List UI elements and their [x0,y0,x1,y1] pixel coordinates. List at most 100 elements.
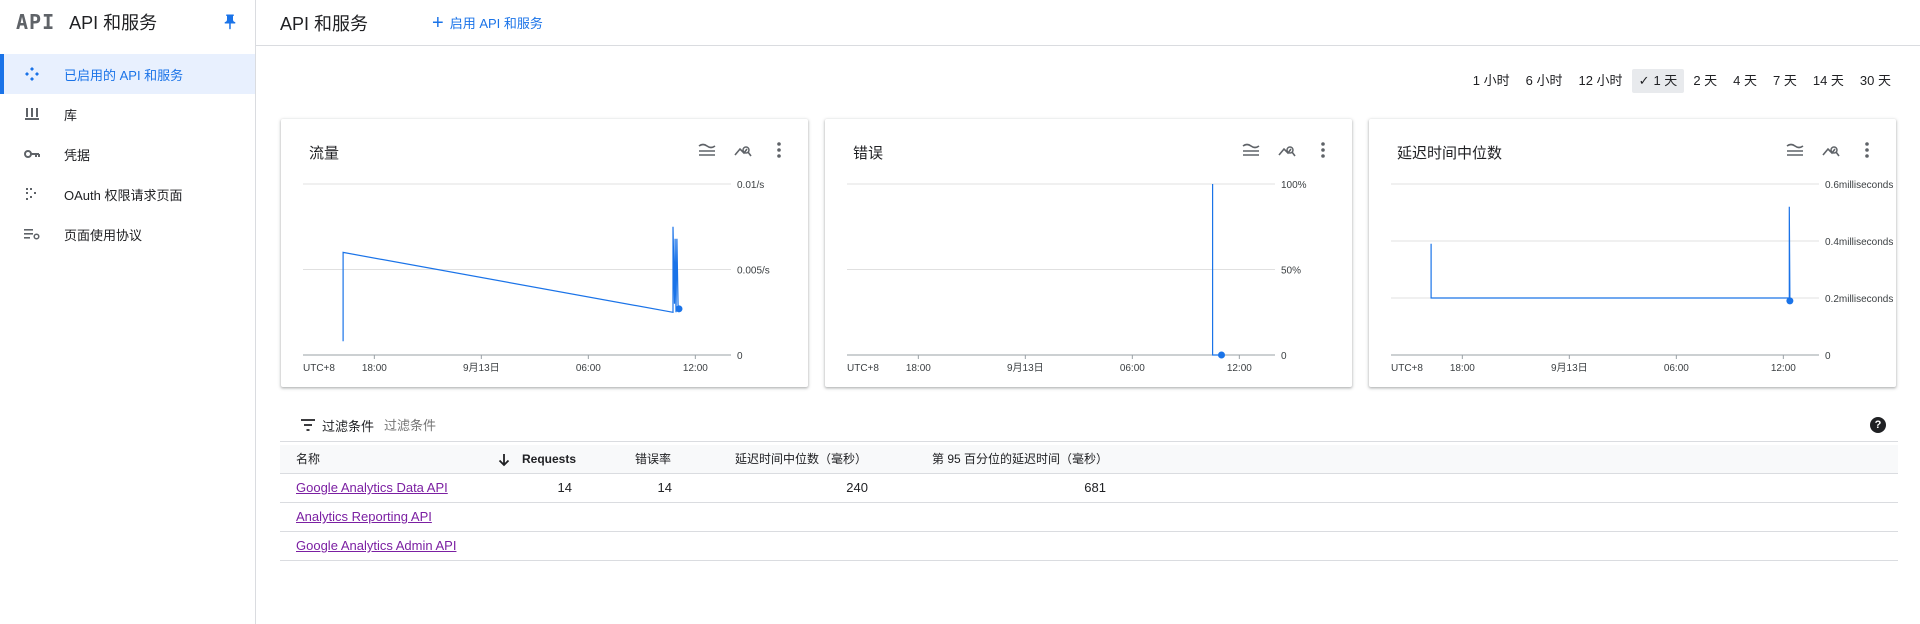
x-tick-label: 06:00 [1120,363,1145,374]
page-header: API 和服务 + 启用 API 和服务 [256,0,1920,46]
x-tick-label: UTC+8 [847,363,879,374]
sidebar-item-oauth[interactable]: OAuth 权限请求页面 [0,174,255,214]
filter-bar: 过滤条件 ? [280,409,1898,442]
time-range-7d[interactable]: 7 天 [1766,69,1804,93]
enable-apis-button[interactable]: + 启用 API 和服务 [432,13,543,33]
filter-input[interactable] [384,417,585,433]
sort-desc-icon[interactable] [498,445,510,473]
page-usage-icon [22,224,42,244]
latest-point-marker [1218,351,1225,359]
legend-icon[interactable] [696,139,718,161]
more-options-icon[interactable] [1856,139,1878,161]
api-link[interactable]: Google Analytics Admin API [296,532,456,560]
column-header-requests[interactable]: Requests [522,445,576,473]
x-tick-label: 9月13日 [1551,362,1588,374]
time-range-12h[interactable]: 12 小时 [1571,69,1629,93]
column-header-median-latency[interactable]: 延迟时间中位数（毫秒） [735,445,867,473]
legend-icon[interactable] [1784,139,1806,161]
latency-chart-card: 延迟时间中位数 0.6milliseconds 0.4milliseconds 0.… [1369,119,1896,387]
plus-icon: + [432,11,444,34]
help-icon[interactable]: ? [1870,417,1886,433]
y-tick-label: 100% [1281,180,1307,191]
time-range-6h[interactable]: 6 小时 [1519,69,1570,93]
latest-point-marker [1786,297,1794,305]
requests-cell: 14 [557,480,572,495]
sidebar-item-label: 页面使用协议 [64,227,143,243]
y-tick-label: 0.2milliseconds [1825,294,1893,305]
column-header-p95-latency[interactable]: 第 95 百分位的延迟时间（毫秒） [932,445,1108,473]
errors-cell: 14 [657,480,672,495]
sidebar-item-label: OAuth 权限请求页面 [64,187,183,203]
api-logo: API [16,10,56,34]
x-tick-label: 12:00 [1771,363,1796,374]
time-range-1d-label: 1 天 [1653,73,1678,88]
series-line [342,226,680,342]
sidebar: API API 和服务 已启用的 API 和服务 库 凭据 OAuth 权限请求… [0,0,256,624]
pin-icon[interactable] [221,13,239,31]
chart-title: 错误 [853,145,884,162]
x-tick-label: 9月13日 [463,362,500,374]
sidebar-item-library[interactable]: 库 [0,94,255,134]
time-range-14d[interactable]: 14 天 [1806,69,1851,93]
latest-point-marker [675,305,683,313]
x-tick-label: 06:00 [576,363,601,374]
more-options-icon[interactable] [1312,139,1334,161]
column-header-errors[interactable]: 错误率 [635,445,671,473]
x-tick-label: 9月13日 [1007,362,1044,374]
api-link[interactable]: Analytics Reporting API [296,503,432,531]
column-header-name[interactable]: 名称 [296,445,320,473]
explore-chart-icon[interactable] [732,139,754,161]
errors-chart-card: 错误 100% 50% 0 UTC+8 18:00 9月13日 06:00 12:00 [825,119,1352,387]
library-icon [22,104,42,124]
table-row: Google Analytics Data API 14 14 240 681 [280,474,1898,503]
series-line [1430,206,1791,301]
filter-label: 过滤条件 [322,418,375,434]
sidebar-item-label: 库 [64,107,78,123]
sidebar-item-page-usage[interactable]: 页面使用协议 [0,214,255,254]
chart-title: 流量 [309,145,340,162]
time-range-1h[interactable]: 1 小时 [1466,69,1517,93]
explore-chart-icon[interactable] [1820,139,1842,161]
table-row: Analytics Reporting API [280,503,1898,532]
time-range-2d[interactable]: 2 天 [1686,69,1724,93]
y-tick-label: 0 [1281,351,1287,362]
y-tick-label: 0.4milliseconds [1825,237,1893,248]
y-tick-label: 0 [1825,351,1831,362]
x-tick-label: 18:00 [1450,363,1475,374]
chart-title: 延迟时间中位数 [1397,145,1503,162]
sidebar-title: API 和服务 [69,13,158,33]
p95-latency-cell: 681 [1084,480,1106,495]
sidebar-item-credentials[interactable]: 凭据 [0,134,255,174]
sidebar-item-label: 已启用的 API 和服务 [64,67,184,83]
time-range-selector: 1 小时 6 小时 12 小时 ✓ 1 天 2 天 4 天 7 天 14 天 30… [1464,69,1898,93]
traffic-chart: 0.01/s 0.005/s 0 UTC+8 18:00 9月13日 06:00 12:00 [303,180,770,374]
api-table: 名称 Requests 错误率 延迟时间中位数（毫秒） 第 95 百分位的延迟时… [280,445,1898,561]
time-range-4d[interactable]: 4 天 [1726,69,1764,93]
table-header: 名称 Requests 错误率 延迟时间中位数（毫秒） 第 95 百分位的延迟时… [280,445,1898,474]
api-link[interactable]: Google Analytics Data API [296,474,448,502]
oauth-consent-icon [22,184,42,204]
x-tick-label: 12:00 [683,363,708,374]
enabled-apis-icon [22,64,42,84]
x-tick-label: UTC+8 [303,363,335,374]
check-icon: ✓ [1638,73,1650,88]
sidebar-header: API API 和服务 [0,0,255,44]
x-tick-label: 06:00 [1664,363,1689,374]
time-range-1d[interactable]: ✓ 1 天 [1631,69,1685,93]
legend-icon[interactable] [1240,139,1262,161]
y-tick-label: 50% [1281,266,1301,277]
page-title: API 和服务 [280,13,369,34]
x-tick-label: 18:00 [362,363,387,374]
x-tick-label: 18:00 [906,363,931,374]
y-tick-label: 0.01/s [737,180,764,191]
time-range-30d[interactable]: 30 天 [1853,69,1898,93]
latency-chart: 0.6milliseconds 0.4milliseconds 0.2millise… [1391,180,1893,374]
x-tick-label: UTC+8 [1391,363,1423,374]
sidebar-item-enabled-apis[interactable]: 已启用的 API 和服务 [0,54,255,94]
x-tick-label: 12:00 [1227,363,1252,374]
more-options-icon[interactable] [768,139,790,161]
median-latency-cell: 240 [846,480,868,495]
explore-chart-icon[interactable] [1276,139,1298,161]
enable-apis-label: 启用 API 和服务 [449,16,543,31]
filter-icon[interactable] [300,419,316,431]
